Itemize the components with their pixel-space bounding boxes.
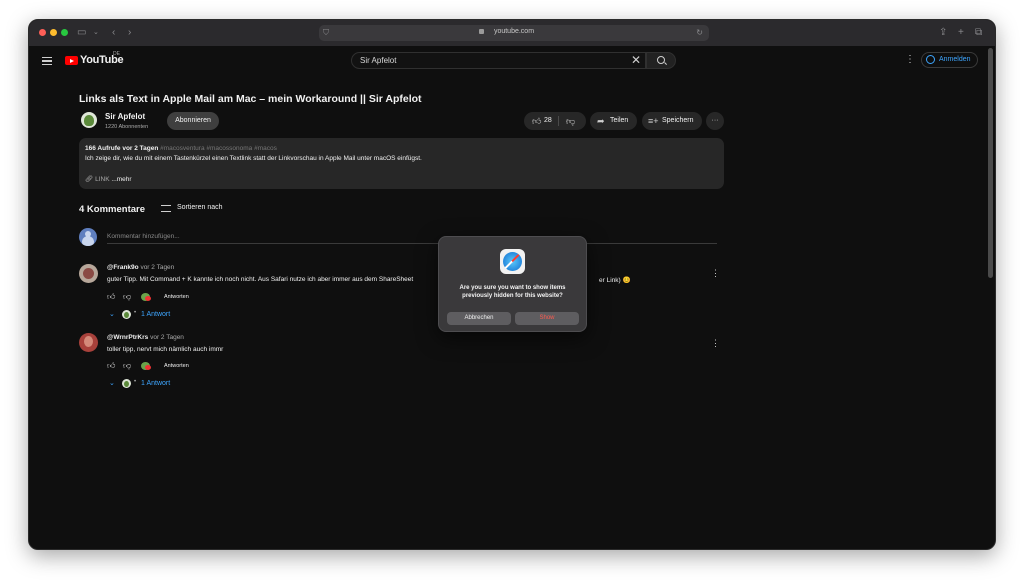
url-text: youtube.com <box>493 28 535 35</box>
chevron-down-icon: ⌄ <box>109 311 115 318</box>
comment-text-tail: er Link) 😊 <box>599 277 631 284</box>
video-title: Links als Text in Apple Mail am Mac – me… <box>79 93 422 105</box>
add-comment-input[interactable] <box>107 229 717 244</box>
description-box[interactable]: 166 Aufrufe vor 2 Tagen #macosventura #m… <box>79 138 724 189</box>
creator-heart-icon <box>141 293 151 301</box>
author-handle[interactable]: @Frank9o <box>107 264 139 271</box>
thumb-up-icon[interactable]: 👍︎ <box>107 361 115 371</box>
subscriber-count: 1220 Abonnenten <box>105 124 149 130</box>
replies-count: 1 Antwort <box>141 380 171 387</box>
search-input[interactable]: Sir Apfelot ✕ <box>351 52 646 69</box>
minimize-window-button[interactable] <box>50 29 57 36</box>
link-label[interactable]: LINK <box>95 176 109 183</box>
comment-text: guter Tipp. Mit Command + K kannte ich n… <box>107 276 414 283</box>
forward-icon[interactable]: › <box>128 26 131 40</box>
replies-count: 1 Antwort <box>141 311 171 318</box>
thumb-down-icon[interactable]: 👎︎ <box>566 112 575 130</box>
divider <box>558 116 559 126</box>
user-icon <box>926 55 935 64</box>
more-actions-button[interactable]: ··· <box>706 112 724 130</box>
like-dislike-group: 👍︎ 28 👎︎ <box>524 112 586 130</box>
close-window-button[interactable] <box>39 29 46 36</box>
avatar <box>122 379 131 388</box>
thumb-down-icon[interactable]: 👎︎ <box>123 292 131 302</box>
show-button[interactable]: Show <box>515 312 579 325</box>
address-bar[interactable]: ⛉ youtube.com ↻ <box>319 25 709 41</box>
more-icon[interactable]: ⋮ <box>905 54 915 66</box>
country-code: DE <box>113 51 120 57</box>
thumb-up-icon[interactable]: 👍︎ <box>107 292 115 302</box>
show-more-link[interactable]: ...mehr <box>111 176 131 183</box>
separator-dot: • <box>134 310 137 316</box>
confirm-dialog: Are you sure you want to show items prev… <box>438 236 587 332</box>
search-icon <box>657 56 665 64</box>
comments-count: 4 Kommentare <box>79 204 145 215</box>
creator-heart-icon <box>141 362 151 370</box>
comment-text: toller tipp, nervt mich nämlich auch imm… <box>107 346 224 353</box>
more-icon[interactable]: ⋮ <box>711 268 720 279</box>
more-icon[interactable]: ⋮ <box>711 338 720 349</box>
cancel-button[interactable]: Abbrechen <box>447 312 511 325</box>
share-button[interactable]: ➦ Teilen <box>590 112 637 130</box>
sort-button[interactable]: Sortieren nach <box>177 204 223 211</box>
close-icon[interactable]: ✕ <box>631 53 641 68</box>
save-label: Speichern <box>662 117 694 124</box>
avatar <box>79 228 97 246</box>
chevron-down-icon[interactable]: ⌄ <box>93 26 99 40</box>
comment-author[interactable]: @WrnrPtrKrs vor 2 Tagen <box>107 334 184 341</box>
zoom-window-button[interactable] <box>61 29 68 36</box>
sidebar-icon[interactable]: ▭ <box>77 26 86 40</box>
thumb-down-icon[interactable]: 👎︎ <box>123 361 131 371</box>
description-text: Ich zeige dir, wie du mit einem Tastenkü… <box>85 155 422 162</box>
channel-avatar[interactable] <box>81 112 97 128</box>
sort-icon[interactable] <box>161 205 171 212</box>
thumb-up-icon[interactable]: 👍︎ <box>532 112 541 130</box>
save-icon: ≡+ <box>648 116 659 126</box>
description-link-row: 🔗︎ LINK ...mehr <box>85 175 132 183</box>
channel-name[interactable]: Sir Apfelot <box>105 112 145 121</box>
browser-toolbar: ▭ ⌄ ‹ › ⛉ youtube.com ↻ ⇪ + ⧉ <box>29 20 995 47</box>
comment-avatar[interactable] <box>79 333 98 352</box>
signin-button[interactable]: Anmelden <box>921 52 978 68</box>
search-button[interactable] <box>646 52 676 69</box>
comment-time[interactable]: vor 2 Tagen <box>140 264 174 271</box>
new-tab-icon[interactable]: + <box>958 26 964 40</box>
share-label: Teilen <box>610 117 629 124</box>
view-count-date: 166 Aufrufe vor 2 Tagen #macosventura #m… <box>85 145 277 152</box>
youtube-logo-icon[interactable] <box>65 56 78 65</box>
comment-avatar[interactable] <box>79 264 98 283</box>
subscribe-button[interactable]: Abonnieren <box>167 112 219 130</box>
separator-dot: • <box>134 379 137 385</box>
comment-author[interactable]: @Frank9o vor 2 Tagen <box>107 264 174 271</box>
reply-button[interactable]: Antworten <box>164 363 189 369</box>
tab-overview-icon[interactable]: ⧉ <box>975 26 982 40</box>
share-icon: ➦ <box>597 116 605 126</box>
reply-button[interactable]: Antworten <box>164 294 189 300</box>
link-icon: 🔗︎ <box>85 176 94 183</box>
scrollbar[interactable] <box>988 48 993 278</box>
like-count: 28 <box>544 117 552 124</box>
safari-icon <box>500 249 525 274</box>
back-icon[interactable]: ‹ <box>112 26 115 40</box>
menu-icon[interactable] <box>42 57 52 65</box>
youtube-header: YouTube DE Sir Apfelot ✕ ⋮ Anmelden <box>29 46 995 76</box>
author-handle[interactable]: @WrnrPtrKrs <box>107 334 148 341</box>
signin-label: Anmelden <box>939 56 971 63</box>
reload-icon[interactable]: ↻ <box>696 26 703 40</box>
avatar <box>122 310 131 319</box>
dialog-message: Are you sure you want to show items prev… <box>459 285 566 299</box>
search-value: Sir Apfelot <box>360 56 397 65</box>
share-toolbar-icon[interactable]: ⇪ <box>939 26 947 40</box>
comment-time[interactable]: vor 2 Tagen <box>150 334 184 341</box>
views-date: 166 Aufrufe vor 2 Tagen <box>85 145 159 152</box>
hashtags[interactable]: #macosventura #macossonoma #macos <box>160 145 277 152</box>
chevron-down-icon: ⌄ <box>109 380 115 387</box>
browser-window: ▭ ⌄ ‹ › ⛉ youtube.com ↻ ⇪ + ⧉ YouTube DE… <box>28 19 996 550</box>
save-button[interactable]: ≡+ Speichern <box>642 112 702 130</box>
